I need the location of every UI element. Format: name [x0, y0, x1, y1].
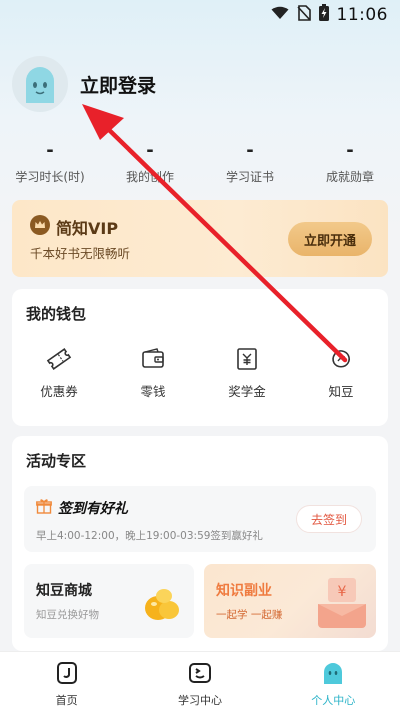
annotation-arrow [82, 104, 348, 363]
